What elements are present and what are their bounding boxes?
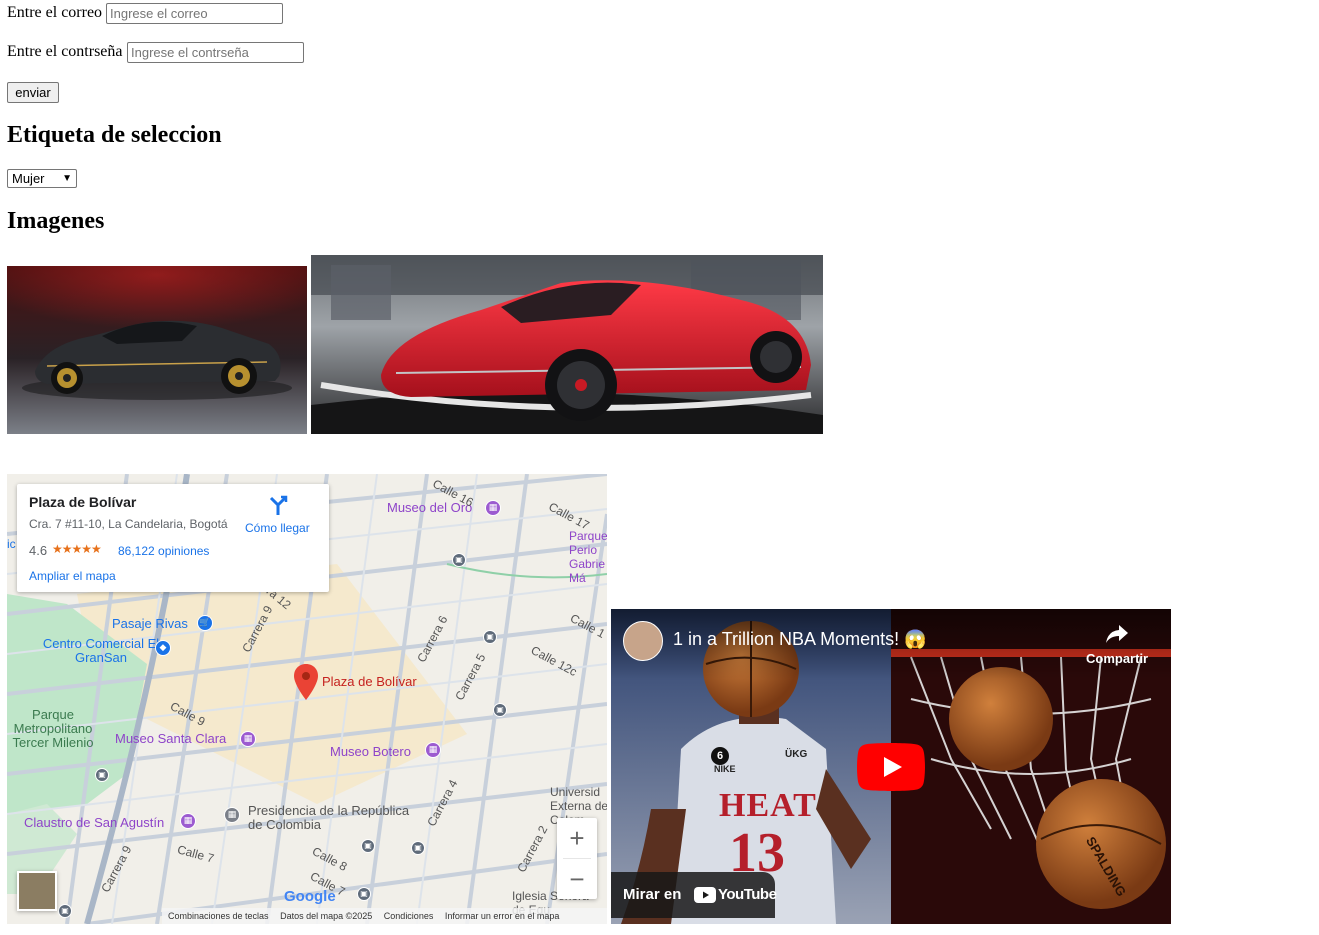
map-pin-label: Plaza de Bolívar <box>322 674 417 689</box>
jersey-sponsor: ÜKG <box>785 749 808 760</box>
bus-stop-icon: ▣ <box>483 630 497 644</box>
poi-museo-santa-clara[interactable]: Museo Santa Clara <box>115 732 226 746</box>
place-name: Plaza de Bolívar <box>29 494 137 510</box>
museum-icon: ▦ <box>425 742 441 758</box>
poi-parque-periodistas[interactable]: Parque Perio Gabrie Má <box>569 529 607 585</box>
select-heading: Etiqueta de seleccion <box>7 122 222 148</box>
submit-button[interactable]: enviar <box>7 82 59 103</box>
place-info-card: Plaza de Bolívar Cra. 7 #11-10, La Cande… <box>17 484 329 592</box>
report-error-link[interactable]: Informar un error en el mapa <box>445 911 560 921</box>
museum-icon: ▦ <box>485 500 501 516</box>
email-input[interactable]: Ingrese el correo <box>106 3 283 24</box>
jersey-text: HEAT <box>719 787 817 824</box>
play-button[interactable] <box>857 743 925 791</box>
rating-stars-icon: ★★★★★ <box>52 542 102 556</box>
email-placeholder: Ingrese el correo <box>110 6 208 21</box>
bus-stop-icon: ▣ <box>411 841 425 855</box>
directions-icon[interactable] <box>267 494 289 516</box>
watch-on-youtube-button[interactable]: Mirar en YouTube <box>611 872 777 918</box>
youtube-logo-icon <box>694 887 716 903</box>
poi-presidencia[interactable]: Presidencia de la República de Colombia <box>248 804 418 832</box>
museum-icon: ▦ <box>180 813 196 829</box>
car-image-red <box>311 255 823 434</box>
map-footer: Combinaciones de teclas Datos del mapa ©… <box>162 908 607 924</box>
zoom-out-button[interactable]: − <box>557 859 597 899</box>
jersey-brand: NIKE <box>714 764 736 774</box>
directions-link[interactable]: Cómo llegar <box>245 521 310 535</box>
reviews-link[interactable]: 86,122 opiniones <box>118 544 209 558</box>
poi-centro-comercial[interactable]: Centro Comercial El GranSan <box>41 637 161 665</box>
watch-on-label: Mirar en <box>623 886 682 903</box>
share-icon[interactable] <box>1104 621 1130 647</box>
youtube-wordmark: YouTube <box>718 886 777 903</box>
share-label[interactable]: Compartir <box>1086 651 1148 666</box>
gender-select-value: Mujer <box>12 171 45 186</box>
chevron-down-icon: ▼ <box>62 173 72 184</box>
museum-icon: ▦ <box>240 731 256 747</box>
zoom-controls: + − <box>557 818 597 899</box>
enlarge-map-link[interactable]: Ampliar el mapa <box>29 569 116 583</box>
channel-avatar[interactable] <box>623 621 663 661</box>
keyboard-shortcuts-link[interactable]: Combinaciones de teclas <box>168 911 269 921</box>
video-title[interactable]: 1 in a Trillion NBA Moments! 😱 <box>673 629 927 650</box>
lock-icon: ◆ <box>155 640 171 656</box>
map-pin-icon[interactable] <box>294 664 318 700</box>
place-rating: 4.6 <box>29 543 48 558</box>
poi-parque-tercer[interactable]: Parque Metropolitano Tercer Milenio <box>7 708 99 750</box>
bus-stop-icon: ▣ <box>361 839 375 853</box>
email-label: Entre el correo <box>7 4 103 21</box>
place-address: Cra. 7 #11-10, La Candelaria, Bogotá <box>29 517 228 531</box>
poi-museo-botero[interactable]: Museo Botero <box>330 745 411 759</box>
images-heading: Imagenes <box>7 208 105 234</box>
street-label: ic <box>7 537 16 551</box>
bus-stop-icon: ▣ <box>95 768 109 782</box>
terms-link[interactable]: Condiciones <box>384 911 434 921</box>
password-placeholder: Ingrese el contrseña <box>131 45 249 60</box>
satellite-toggle[interactable] <box>17 871 57 911</box>
google-map[interactable]: Museo del Oro ▦ Parque Perio Gabrie Má P… <box>7 474 607 924</box>
bus-stop-icon: ▣ <box>357 887 371 901</box>
poi-pasaje-rivas[interactable]: Pasaje Rivas <box>112 617 188 631</box>
bus-stop-icon: ▣ <box>452 553 466 567</box>
youtube-embed[interactable]: HEAT 13 6 NIKE ÜKG SPALDING 1 in a Trill… <box>611 609 1171 924</box>
bus-stop-icon: ▣ <box>58 904 72 918</box>
bus-stop-icon: ▣ <box>493 703 507 717</box>
map-data-text: Datos del mapa ©2025 <box>280 911 373 921</box>
car-image-dark <box>7 266 307 434</box>
shopping-icon: 🛒 <box>197 615 213 631</box>
gender-select[interactable]: Mujer ▼ <box>7 169 77 188</box>
poi-claustro[interactable]: Claustro de San Agustín <box>24 816 164 830</box>
password-input[interactable]: Ingrese el contrseña <box>127 42 304 63</box>
jersey-badge: 6 <box>711 747 729 765</box>
government-icon: ▦ <box>224 807 240 823</box>
google-logo: Google <box>284 888 336 905</box>
password-label: Entre el contrseña <box>7 43 123 60</box>
zoom-in-button[interactable]: + <box>557 818 597 858</box>
